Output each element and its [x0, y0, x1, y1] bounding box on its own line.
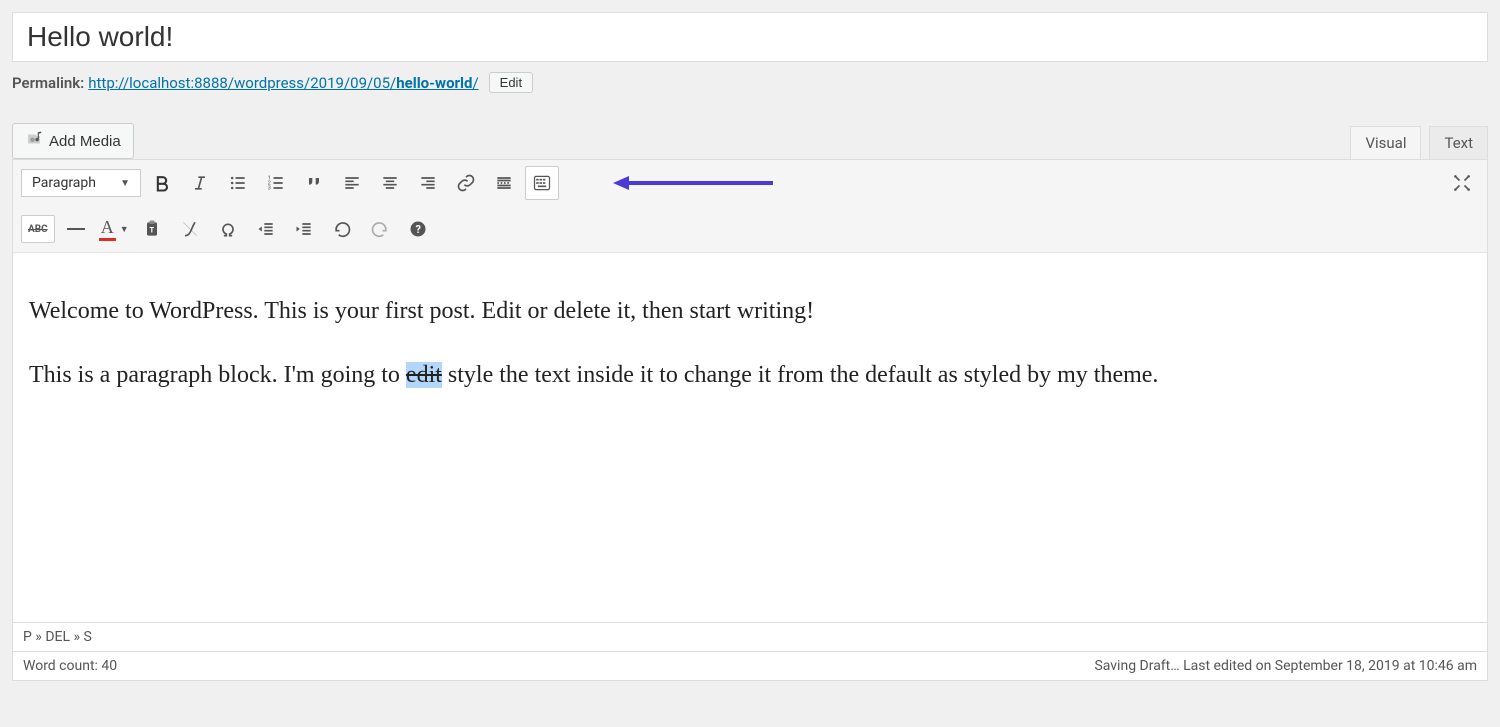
element-path-bar[interactable]: P » DEL » S — [13, 622, 1487, 651]
permalink-label: Permalink: — [12, 74, 84, 92]
paste-text-button[interactable]: T — [135, 212, 169, 246]
word-count: Word count: 40 — [23, 658, 117, 674]
save-status: Saving Draft… Last edited on September 1… — [1094, 658, 1477, 674]
camera-music-icon — [25, 130, 43, 152]
selected-struck-text: edit — [406, 362, 442, 388]
clear-formatting-button[interactable] — [173, 212, 207, 246]
toolbar-toggle-button[interactable] — [525, 166, 559, 200]
undo-button[interactable] — [325, 212, 359, 246]
toolbar-row-2: ABC A▼ T ? — [13, 206, 1487, 252]
special-character-button[interactable] — [211, 212, 245, 246]
edit-permalink-button[interactable]: Edit — [489, 72, 533, 93]
outdent-button[interactable] — [249, 212, 283, 246]
annotation-arrow-icon — [613, 173, 773, 193]
blockquote-button[interactable] — [297, 166, 331, 200]
tab-text[interactable]: Text — [1429, 126, 1488, 159]
content-paragraph: Welcome to WordPress. This is your first… — [29, 293, 1471, 329]
indent-button[interactable] — [287, 212, 321, 246]
content-paragraph: This is a paragraph block. I'm going to … — [29, 357, 1471, 393]
status-bar: Word count: 40 Saving Draft… Last edited… — [13, 651, 1487, 680]
chevron-down-icon: ▼ — [120, 178, 130, 189]
permalink-link[interactable]: http://localhost:8888/wordpress/2019/09/… — [88, 74, 478, 92]
post-title-input[interactable] — [12, 12, 1488, 62]
align-center-button[interactable] — [373, 166, 407, 200]
editor-tabs: Visual Text — [1350, 126, 1488, 159]
numbered-list-button[interactable]: 123 — [259, 166, 293, 200]
permalink-row: Permalink: http://localhost:8888/wordpre… — [12, 72, 1488, 93]
svg-text:T: T — [149, 225, 154, 234]
svg-text:3: 3 — [268, 186, 271, 192]
svg-text:?: ? — [415, 223, 420, 236]
link-button[interactable] — [449, 166, 483, 200]
editor-content[interactable]: Welcome to WordPress. This is your first… — [13, 252, 1487, 622]
read-more-button[interactable] — [487, 166, 521, 200]
bold-button[interactable] — [145, 166, 179, 200]
text-color-button[interactable]: A▼ — [97, 212, 131, 246]
toolbar-row-1: Paragraph ▼ 123 — [13, 160, 1487, 206]
format-select[interactable]: Paragraph ▼ — [21, 169, 141, 197]
tab-visual[interactable]: Visual — [1350, 126, 1421, 159]
align-left-button[interactable] — [335, 166, 369, 200]
redo-button[interactable] — [363, 212, 397, 246]
horizontal-rule-button[interactable] — [59, 212, 93, 246]
bullet-list-button[interactable] — [221, 166, 255, 200]
strikethrough-button[interactable]: ABC — [21, 215, 55, 243]
editor-container: Paragraph ▼ 123 ABC A▼ T ? — [12, 159, 1488, 681]
italic-button[interactable] — [183, 166, 217, 200]
add-media-button[interactable]: Add Media — [12, 123, 134, 159]
align-right-button[interactable] — [411, 166, 445, 200]
help-button[interactable]: ? — [401, 212, 435, 246]
fullscreen-button[interactable] — [1445, 166, 1479, 200]
